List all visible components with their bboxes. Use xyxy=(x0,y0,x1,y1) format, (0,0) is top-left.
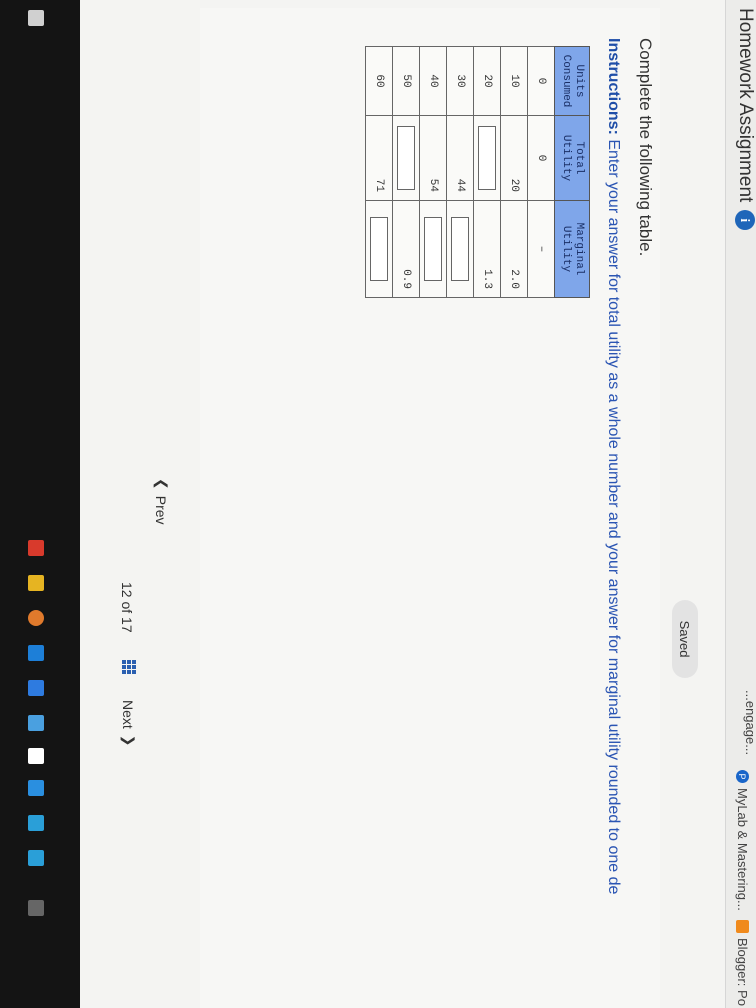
total-cell: 0 xyxy=(527,115,555,201)
total-cell: 20 xyxy=(500,115,528,201)
app-icon[interactable] xyxy=(28,815,44,831)
units-cell: 0 xyxy=(527,46,555,116)
table-row: 30 44 xyxy=(446,46,474,298)
blogger-icon xyxy=(736,920,749,933)
total-input-cell xyxy=(392,115,420,201)
units-cell: 20 xyxy=(473,46,501,116)
units-cell: 10 xyxy=(500,46,528,116)
total-cell: 71 xyxy=(365,115,393,201)
total-utility-input[interactable] xyxy=(478,126,496,190)
marginal-cell: 0.9 xyxy=(392,200,420,298)
info-icon[interactable]: i xyxy=(735,210,755,231)
app-icon[interactable] xyxy=(28,900,44,916)
question-navigation: ❮ Prev 12 of 17 Next ❯ xyxy=(80,0,200,1008)
chevron-right-icon: ❯ xyxy=(121,734,137,747)
browser-icon[interactable] xyxy=(28,610,44,626)
page-indicator: 12 of 17 xyxy=(119,582,135,633)
table-row: 0 0 – xyxy=(527,46,555,298)
title-text: Homework Assignment xyxy=(735,8,756,203)
next-button[interactable]: Next ❯ xyxy=(120,700,138,747)
marginal-utility-input[interactable] xyxy=(451,217,469,281)
header-total: Total Utility xyxy=(554,115,590,201)
total-cell: 54 xyxy=(419,115,447,201)
header-units: Units Consumed xyxy=(554,46,590,116)
marginal-input-cell xyxy=(419,200,447,298)
instructions: Instructions: Enter your answer for tota… xyxy=(604,38,622,894)
app-icon[interactable] xyxy=(28,850,44,866)
pearson-icon: P xyxy=(736,770,749,783)
taskbar xyxy=(0,0,80,1008)
app-icon[interactable] xyxy=(28,780,44,796)
marginal-input-cell xyxy=(446,200,474,298)
marginal-cell: 1.3 xyxy=(473,200,501,298)
table-row: 10 20 2.0 xyxy=(500,46,528,298)
total-utility-input[interactable] xyxy=(397,126,415,190)
bookmark-label: ...engage... xyxy=(743,690,756,756)
app-icon[interactable] xyxy=(28,540,44,556)
marginal-input-cell xyxy=(365,200,393,298)
folder-icon[interactable] xyxy=(28,575,44,591)
units-cell: 30 xyxy=(446,46,474,116)
table-row: 60 71 xyxy=(365,46,393,298)
bookmark-label: MyLab & Mastering... xyxy=(735,788,750,911)
rotated-screen: ...engage... P MyLab & Mastering... Blog… xyxy=(0,0,756,1008)
question-panel: Complete the following table. Instructio… xyxy=(200,8,660,1008)
table-row: 50 0.9 xyxy=(392,46,420,298)
marginal-cell: 2.0 xyxy=(500,200,528,298)
bookmark-mylab[interactable]: P MyLab & Mastering... xyxy=(735,770,750,911)
bookmark-cengage[interactable]: ...engage... xyxy=(743,690,756,755)
saved-badge: Saved xyxy=(672,600,698,678)
bookmark-blogger[interactable]: Blogger: Po xyxy=(735,920,750,1006)
chevron-left-icon: ❮ xyxy=(154,478,170,490)
store-icon[interactable] xyxy=(28,645,44,661)
units-cell: 50 xyxy=(392,46,420,116)
page-title: Homework Assignment i xyxy=(734,8,756,231)
total-input-cell xyxy=(473,115,501,201)
prev-button[interactable]: ❮ Prev xyxy=(153,478,171,525)
question-grid-icon[interactable] xyxy=(122,660,136,674)
table-row: 20 1.3 xyxy=(473,46,501,298)
table-row: 40 54 xyxy=(419,46,447,298)
units-cell: 60 xyxy=(365,46,393,116)
bookmark-label: Blogger: Po xyxy=(735,938,750,1006)
marginal-utility-input[interactable] xyxy=(424,217,442,281)
next-label: Next xyxy=(120,700,137,729)
mail-icon[interactable] xyxy=(28,680,44,696)
header-marginal: Marginal Utility xyxy=(554,200,590,298)
start-icon[interactable] xyxy=(28,10,44,26)
marginal-cell: – xyxy=(527,200,555,298)
question-prompt: Complete the following table. xyxy=(636,38,655,257)
utility-table: Units Consumed Total Utility Marginal Ut… xyxy=(365,46,590,298)
instructions-label: Instructions: xyxy=(605,38,622,135)
instructions-text: Enter your answer for total utility as a… xyxy=(605,134,622,895)
marginal-utility-input[interactable] xyxy=(370,217,388,281)
prev-label: Prev xyxy=(153,495,170,525)
total-cell: 44 xyxy=(446,115,474,201)
units-cell: 40 xyxy=(419,46,447,116)
saved-label: Saved xyxy=(677,620,693,658)
app-icon[interactable] xyxy=(28,715,44,731)
home-icon[interactable] xyxy=(28,748,44,764)
